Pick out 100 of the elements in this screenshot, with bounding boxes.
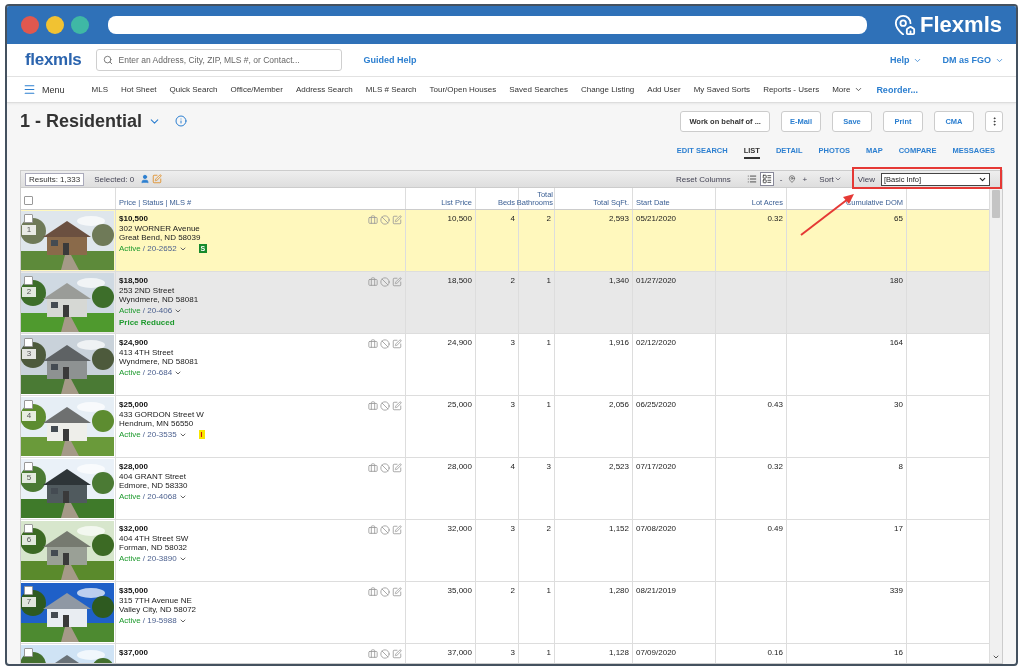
checkbox[interactable] <box>24 276 33 285</box>
nav-item[interactable]: My Saved Sorts <box>693 85 751 94</box>
table-cell: 37,000 <box>406 644 476 663</box>
ban-icon[interactable] <box>380 215 390 225</box>
table-cell: 3 <box>476 644 519 663</box>
briefcase-icon[interactable] <box>368 401 378 411</box>
checkbox[interactable] <box>24 400 33 409</box>
briefcase-icon[interactable] <box>368 525 378 535</box>
briefcase-icon[interactable] <box>368 277 378 287</box>
listing-price: $10,500 <box>119 214 149 224</box>
checkbox[interactable] <box>24 338 33 347</box>
mls-number[interactable]: / 20-3890 <box>142 553 177 564</box>
nav-item[interactable]: Add User <box>647 85 681 94</box>
scrollbar[interactable] <box>989 188 1002 663</box>
zoom-in-button[interactable]: + <box>802 174 808 184</box>
sort-menu[interactable]: Sort <box>819 174 842 184</box>
table-cell: 30 <box>787 396 907 457</box>
edit-icon[interactable] <box>392 649 402 659</box>
checkbox[interactable] <box>24 196 33 205</box>
scroll-down-icon[interactable] <box>992 653 1000 661</box>
logo[interactable]: flexmls <box>25 50 82 70</box>
table-cell: 1,340 <box>555 272 633 333</box>
ban-icon[interactable] <box>380 339 390 349</box>
edit-icon[interactable] <box>392 525 402 535</box>
zoom-out-button[interactable]: - <box>779 174 783 184</box>
detail-view-button[interactable] <box>759 172 774 186</box>
user-menu[interactable]: DM as FGO <box>942 55 1004 65</box>
edit-icon[interactable] <box>392 277 402 287</box>
nav-item[interactable]: Change Listing <box>580 85 635 94</box>
ban-icon[interactable] <box>380 649 390 659</box>
table-cell: 1 <box>519 582 555 643</box>
edit-icon[interactable] <box>392 401 402 411</box>
ban-icon[interactable] <box>380 525 390 535</box>
briefcase-icon[interactable] <box>368 215 378 225</box>
brand-logo: Flexmls <box>920 12 1002 38</box>
nav-item[interactable]: Hot Sheet <box>120 85 157 94</box>
listing-row[interactable]: 7 $35,000 315 7TH Avenue NE Valley City, ND 58072 Active / 19-5988 35,000 2 1 1,280 08/21/2019 339 <box>21 582 989 644</box>
listing-city: Edmore, ND 58330 <box>119 481 189 491</box>
listing-price: $32,000 <box>119 524 149 534</box>
chevron-down-icon <box>833 175 842 183</box>
nav-item[interactable]: MLS <box>91 85 108 94</box>
mls-number[interactable]: / 19-5988 <box>142 615 177 626</box>
edit-icon[interactable] <box>392 215 402 225</box>
guided-help-link[interactable]: Guided Help <box>363 55 417 65</box>
edit-icon[interactable] <box>392 463 402 473</box>
table-cell: 2,593 <box>555 210 633 271</box>
table-cell: 1,916 <box>555 334 633 395</box>
checkbox[interactable] <box>24 524 33 533</box>
nav-item[interactable]: Tour/Open Houses <box>429 85 497 94</box>
mls-number[interactable]: / 20-406 <box>142 305 173 316</box>
table-cell: 08/21/2019 <box>633 582 716 643</box>
listing-status: Active <box>119 429 141 440</box>
search-field[interactable]: Enter an Address, City, ZIP, MLS #, or Contact... <box>95 49 342 71</box>
nav-item[interactable]: Address Search <box>295 85 353 94</box>
checkbox[interactable] <box>24 214 33 223</box>
close-dot[interactable] <box>21 16 39 34</box>
nav-item[interactable]: MLS # Search <box>365 85 417 94</box>
edit-icon[interactable] <box>392 339 402 349</box>
minimize-dot[interactable] <box>46 16 64 34</box>
checkbox[interactable] <box>24 648 33 657</box>
mls-number[interactable]: / 20-3535 <box>142 429 177 440</box>
nav-item[interactable]: Quick Search <box>169 85 218 94</box>
info-icon[interactable] <box>175 115 188 127</box>
menu-button[interactable]: Menu <box>23 83 65 96</box>
edit-icon[interactable] <box>392 587 402 597</box>
listing-city: Hendrum, MN 56550 <box>119 419 195 429</box>
briefcase-icon[interactable] <box>368 463 378 473</box>
briefcase-icon[interactable] <box>368 339 378 349</box>
nav-item[interactable]: Office/Member <box>230 85 283 94</box>
listing-row[interactable]: 3 $24,900 413 4TH Street Wyndmere, ND 58081 Active / 20-684 24,900 3 1 1,916 02/12/2020 164 <box>21 334 989 396</box>
checkbox[interactable] <box>24 462 33 471</box>
help-menu[interactable]: Help <box>889 55 923 65</box>
reorder-link[interactable]: Reorder... <box>876 84 918 95</box>
checkbox[interactable] <box>24 586 33 595</box>
maximize-dot[interactable] <box>71 16 89 34</box>
more-menu[interactable]: More <box>832 85 864 94</box>
edit-icon[interactable] <box>152 174 163 184</box>
nav-item[interactable]: Reports - Users <box>763 85 820 94</box>
briefcase-icon[interactable] <box>368 587 378 597</box>
row-number: 3 <box>22 349 36 359</box>
nav-item[interactable]: Saved Searches <box>509 85 568 94</box>
listing-row[interactable]: 5 $28,000 404 GRANT Street Edmore, ND 58330 Active / 20-4068 28,000 4 3 2,523 07/17/2020 0.32 8 <box>21 458 989 520</box>
ban-icon[interactable] <box>380 587 390 597</box>
scroll-thumb[interactable] <box>992 190 1000 218</box>
mls-number[interactable]: / 20-4068 <box>142 491 177 502</box>
table-cell: 1,128 <box>555 644 633 663</box>
mls-number[interactable]: / 20-684 <box>142 367 173 378</box>
ban-icon[interactable] <box>380 463 390 473</box>
pin-icon[interactable] <box>788 175 797 183</box>
user-icon[interactable] <box>140 174 151 184</box>
listing-price: $18,500 <box>119 276 149 286</box>
reset-columns-link[interactable]: Reset Columns <box>676 174 731 184</box>
listing-row[interactable]: 6 $32,000 404 4TH Street SW Forman, ND 58032 Active / 20-3890 32,000 3 2 1,152 07/08/2020 0.49 17 <box>21 520 989 582</box>
briefcase-icon[interactable] <box>368 649 378 659</box>
mls-number[interactable]: / 20-2652 <box>142 243 177 254</box>
ban-icon[interactable] <box>380 401 390 411</box>
listing-row[interactable]: 2 $18,500 253 2ND Street Wyndmere, ND 58081 Active / 20-406 Price Reduced 18,500 2 1 1,340 01/27/2020 180 <box>21 272 989 334</box>
more-options-button[interactable] <box>985 110 1003 132</box>
page-title: 1 - Residential <box>20 110 143 132</box>
ban-icon[interactable] <box>380 277 390 287</box>
